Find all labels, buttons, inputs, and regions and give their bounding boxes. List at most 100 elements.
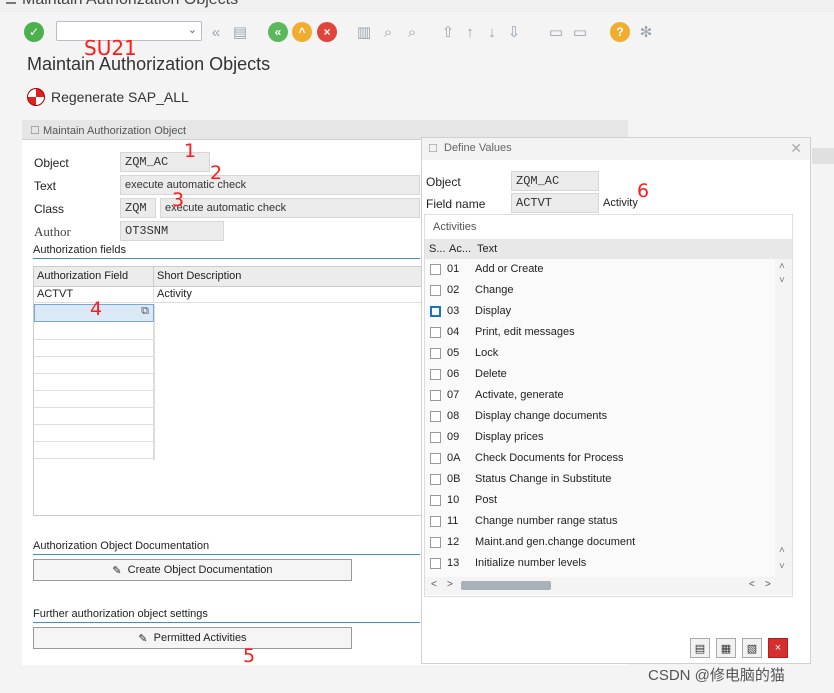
table-row-desc: Activity [154, 287, 422, 303]
find-icon[interactable]: ⌕ [378, 22, 398, 42]
activity-code: 04 [447, 326, 460, 338]
activity-checkbox[interactable] [430, 411, 441, 422]
cancel-icon[interactable]: × [317, 22, 337, 42]
last-page-icon[interactable]: ⇩ [504, 22, 524, 42]
next-page-icon[interactable]: ↓ [482, 22, 502, 42]
horizontal-scrollbar[interactable]: < > < > [425, 577, 792, 595]
activity-row[interactable]: 04 Print, edit messages [425, 322, 775, 343]
shortcut-icon[interactable]: ▭ [570, 22, 590, 42]
save-icon[interactable]: ▤ [230, 22, 250, 42]
activity-row[interactable]: 0A Check Documents for Process [425, 448, 775, 469]
close-icon[interactable]: ✕ [790, 140, 802, 157]
activity-text: Lock [475, 347, 499, 359]
activity-row[interactable]: 08 Display change documents [425, 406, 775, 427]
activity-row[interactable]: 03 Display [425, 301, 775, 322]
scroll-down-icon[interactable]: ˅ [779, 561, 785, 572]
help-icon[interactable]: ? [610, 22, 630, 42]
first-page-icon[interactable]: ⇧ [438, 22, 458, 42]
col-header-field[interactable]: Authorization Field [34, 267, 154, 287]
previous-page-icon[interactable]: ↑ [460, 22, 480, 42]
save-icon[interactable]: ▤ [690, 638, 710, 658]
activity-text: Change [475, 284, 514, 296]
activity-row[interactable]: 09 Display prices [425, 427, 775, 448]
activity-checkbox[interactable] [430, 390, 441, 401]
regenerate-button[interactable]: Regenerate SAP_ALL [27, 86, 189, 108]
activity-checkbox[interactable] [430, 474, 441, 485]
select-all-icon[interactable]: ▦ [716, 638, 736, 658]
text-field[interactable]: execute automatic check [120, 175, 420, 195]
vertical-scrollbar[interactable]: ˄ ˅ ˄ ˅ [775, 259, 792, 577]
chevron-down-icon[interactable]: ⌄ [188, 23, 197, 36]
annotation-4: 4 [90, 298, 103, 320]
activity-row[interactable]: 12 Maint.and gen.change document [425, 532, 775, 553]
activity-row[interactable]: 06 Delete [425, 364, 775, 385]
copy-icon[interactable]: ⧉ [141, 305, 149, 318]
activity-checkbox[interactable] [430, 264, 441, 275]
author-label: Author [34, 224, 71, 239]
activity-code: 01 [447, 263, 460, 275]
create-documentation-button[interactable]: ✎ Create Object Documentation [33, 559, 352, 581]
regenerate-icon [27, 88, 45, 106]
activity-row[interactable]: 0B Status Change in Substitute [425, 469, 775, 490]
enter-check-icon[interactable]: ✓ [24, 22, 44, 42]
further-settings-heading: Further authorization object settings [33, 608, 420, 623]
pencil-icon: ✎ [138, 632, 148, 645]
col-activity[interactable]: Ac... [449, 243, 471, 255]
object-field[interactable]: ZQM_AC [120, 152, 210, 172]
object-label: Object [34, 156, 69, 170]
activity-checkbox[interactable] [430, 306, 441, 317]
activity-row[interactable]: 05 Lock [425, 343, 775, 364]
activity-checkbox[interactable] [430, 432, 441, 443]
activity-code: 10 [447, 494, 460, 506]
col-header-desc[interactable]: Short Description [154, 267, 422, 287]
deselect-all-icon[interactable]: ▧ [742, 638, 762, 658]
find-next-icon[interactable]: ⌕ [402, 22, 422, 42]
back-icon[interactable]: « [268, 22, 288, 42]
permitted-activities-button[interactable]: ✎ Permitted Activities [33, 627, 352, 649]
activity-row[interactable]: 13 Initialize number levels [425, 553, 775, 574]
activity-checkbox[interactable] [430, 348, 441, 359]
activity-checkbox[interactable] [430, 369, 441, 380]
col-select[interactable]: S... [429, 243, 446, 255]
fields-heading: Authorization fields [33, 244, 420, 259]
activity-checkbox[interactable] [430, 537, 441, 548]
activity-row[interactable]: 02 Change [425, 280, 775, 301]
activity-checkbox[interactable] [430, 516, 441, 527]
activity-row[interactable]: 10 Post [425, 490, 775, 511]
scroll-up-icon[interactable]: ˄ [779, 261, 785, 272]
activity-checkbox[interactable] [430, 285, 441, 296]
scroll-left-icon[interactable]: < [431, 579, 437, 590]
activity-row[interactable]: 11 Change number range status [425, 511, 775, 532]
activities-tab[interactable]: Activities [433, 221, 476, 233]
new-session-icon[interactable]: ▭ [546, 22, 566, 42]
panel-icon: ☐ [30, 125, 40, 137]
scroll-right-icon[interactable]: > [765, 579, 771, 590]
scroll-thumb[interactable] [461, 581, 551, 590]
back-arrows-icon[interactable]: « [206, 22, 226, 42]
annotation-3: 3 [172, 189, 185, 211]
scroll-left-icon[interactable]: < [749, 579, 755, 590]
activity-row[interactable]: 07 Activate, generate [425, 385, 775, 406]
scroll-right-icon[interactable]: > [447, 579, 453, 590]
exit-icon[interactable]: ^ [292, 22, 312, 42]
menu-icon[interactable] [6, 0, 16, 4]
settings-gear-icon[interactable]: ✻ [636, 22, 656, 42]
print-icon[interactable]: ▥ [354, 22, 374, 42]
annotation-1: 1 [184, 140, 197, 162]
activity-text: Post [475, 494, 498, 506]
page-title: Maintain Authorization Objects [27, 54, 271, 74]
activity-row[interactable]: 01 Add or Create [425, 259, 775, 280]
activity-checkbox[interactable] [430, 453, 441, 464]
class-code-field[interactable]: ZQM [120, 198, 156, 218]
scroll-down-icon[interactable]: ˅ [779, 275, 785, 286]
activity-code: 09 [447, 431, 460, 443]
activity-checkbox[interactable] [430, 558, 441, 569]
author-field[interactable]: OT3SNM [120, 221, 224, 241]
activity-text: Print, edit messages [475, 326, 575, 338]
activity-checkbox[interactable] [430, 327, 441, 338]
cancel-icon[interactable]: × [768, 638, 788, 658]
scroll-up-icon[interactable]: ˄ [779, 545, 785, 556]
col-text[interactable]: Text [477, 243, 497, 255]
activity-checkbox[interactable] [430, 495, 441, 506]
class-text-field: execute automatic check [160, 198, 420, 218]
